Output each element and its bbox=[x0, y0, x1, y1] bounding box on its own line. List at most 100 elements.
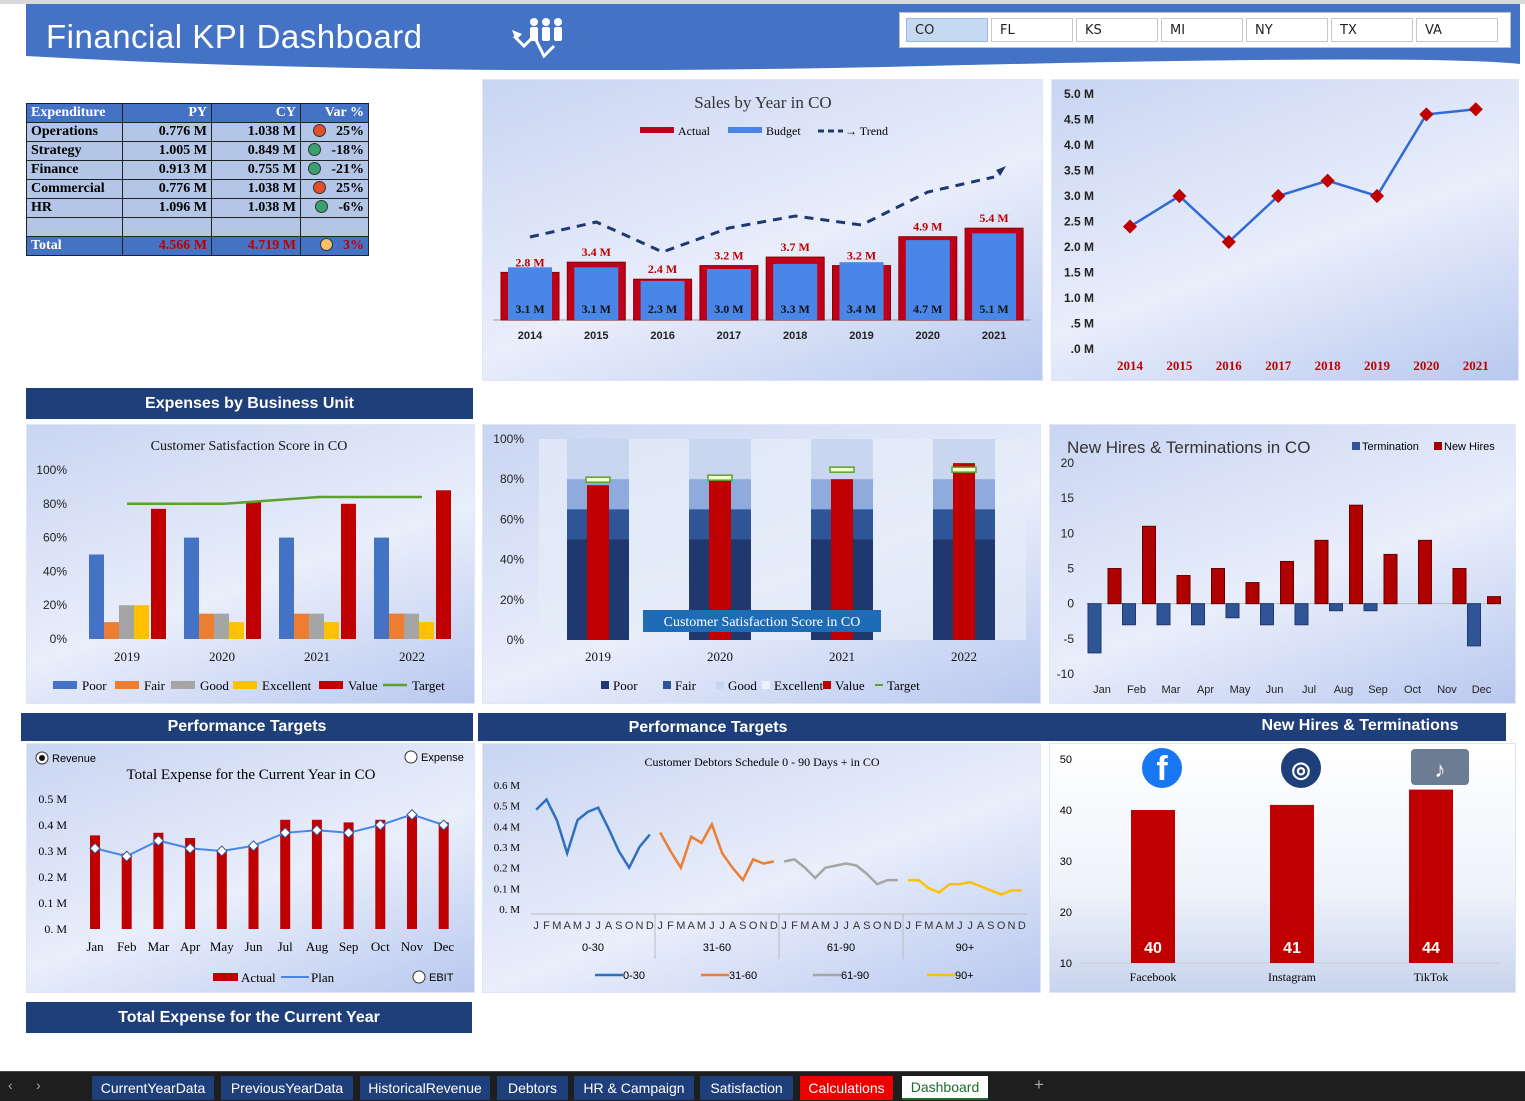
tab-historicalrevenue[interactable]: HistoricalRevenue bbox=[360, 1076, 490, 1100]
value-bar bbox=[246, 502, 261, 639]
actual-bar bbox=[216, 851, 227, 929]
month-tick: J bbox=[719, 920, 725, 932]
tab-calculations[interactable]: Calculations bbox=[800, 1076, 893, 1100]
poor-bar bbox=[184, 537, 199, 639]
section-perf-targets-1: Performance Targets bbox=[21, 713, 473, 741]
month-tick: A bbox=[687, 920, 695, 932]
y-tick-label: 0.6 M bbox=[494, 780, 521, 792]
x-tick-label: Aug bbox=[1334, 684, 1354, 696]
x-tick-label: Sep bbox=[339, 939, 359, 954]
excellent-bar bbox=[324, 622, 339, 639]
x-tick-label: Sep bbox=[1368, 684, 1388, 696]
tab-debtors[interactable]: Debtors bbox=[497, 1076, 568, 1100]
slicer-item-mi[interactable]: MI bbox=[1161, 18, 1243, 42]
section-new-hires: New Hires & Terminations bbox=[1261, 717, 1459, 734]
debtor-line-31-60 bbox=[659, 821, 775, 883]
termination-bar bbox=[1087, 603, 1102, 654]
slicer-item-fl[interactable]: FL bbox=[991, 18, 1073, 42]
data-point bbox=[1369, 188, 1385, 204]
group-label: 0-30 bbox=[582, 942, 604, 954]
x-tick-label: Feb bbox=[1127, 684, 1146, 696]
slicer-item-va[interactable]: VA bbox=[1416, 18, 1498, 42]
y-tick-label: 0% bbox=[50, 632, 68, 646]
cell-name: Finance bbox=[26, 160, 123, 180]
month-tick: F bbox=[915, 920, 922, 932]
x-tick-label: Jul bbox=[278, 939, 294, 954]
slicer-item-co[interactable]: CO bbox=[906, 18, 988, 42]
slicer-item-ks[interactable]: KS bbox=[1076, 18, 1158, 42]
y-tick-label: 0. M bbox=[499, 904, 520, 916]
tab-satisfaction[interactable]: Satisfaction bbox=[700, 1076, 793, 1100]
month-tick: D bbox=[1018, 920, 1026, 932]
poor-bar bbox=[89, 554, 104, 639]
tab-dashboard[interactable]: Dashboard bbox=[902, 1076, 988, 1100]
x-tick-label: 2018 bbox=[1315, 358, 1342, 373]
fair-bar bbox=[199, 613, 214, 639]
cell-cy: 1.038 M bbox=[211, 198, 301, 218]
x-tick-label: Apr bbox=[1197, 684, 1214, 696]
y-tick-label: 100% bbox=[493, 432, 524, 446]
tab-scroll-left-icon[interactable]: ‹ bbox=[8, 1077, 13, 1093]
group-label: 61-90 bbox=[827, 942, 855, 954]
legend-swatch-budget bbox=[728, 127, 762, 133]
status-indicator-icon bbox=[313, 181, 326, 194]
total-expense-chart: Revenue Expense Total Expense for the Curr… bbox=[35, 750, 464, 985]
x-tick-label: 2019 bbox=[114, 649, 140, 664]
x-tick-label: Jan bbox=[86, 939, 104, 954]
legend-label: Good bbox=[728, 678, 757, 693]
x-tick-label: 2021 bbox=[1463, 358, 1489, 373]
header-wave bbox=[26, 56, 1520, 70]
month-tick: D bbox=[894, 920, 902, 932]
x-tick-label: 2020 bbox=[916, 330, 940, 342]
month-tick: J bbox=[957, 920, 963, 932]
month-tick: F bbox=[543, 920, 550, 932]
section-debtors: Customer Debtors Schedule 0 - 90 Days + bbox=[591, 1009, 909, 1026]
tab-previousyeardata[interactable]: PreviousYearData bbox=[221, 1076, 353, 1100]
x-tick-label: May bbox=[210, 939, 234, 954]
y-tick-label: 0.5 M bbox=[494, 801, 521, 813]
budget-data-label: 3.0 M bbox=[714, 302, 743, 316]
empty-cell bbox=[26, 217, 123, 237]
legend-label-hires: New Hires bbox=[1444, 441, 1495, 453]
x-tick-label: Oct bbox=[1404, 684, 1421, 696]
tab-hr-campaign[interactable]: HR & Campaign bbox=[574, 1076, 694, 1100]
table-row: Strategy 1.005 M 0.849 M -18% bbox=[26, 141, 369, 161]
target-line bbox=[127, 495, 422, 506]
tab-scroll-right-icon[interactable]: › bbox=[36, 1077, 41, 1093]
month-tick: J bbox=[657, 920, 663, 932]
sales-trend-panel: 5.0 M 4.5 M 4.0 M 3.5 M 3.0 M 2.5 M 2.0 M 1.5 M… bbox=[1051, 79, 1519, 381]
month-tick: F bbox=[791, 920, 798, 932]
var-value: 3% bbox=[343, 238, 364, 253]
month-tick: A bbox=[853, 920, 861, 932]
radio-ebit-label: EBIT bbox=[429, 972, 454, 984]
col-header-expenditure: Expenditure bbox=[26, 103, 123, 123]
x-tick-label: 2016 bbox=[650, 330, 674, 342]
x-tick-label: 2022 bbox=[399, 649, 425, 664]
section-expenses-trend: Expenses Trend Over Year bbox=[1186, 395, 1388, 412]
slicer-item-ny[interactable]: NY bbox=[1246, 18, 1328, 42]
facebook-icon-glyph: f bbox=[1156, 750, 1168, 788]
y-tick-label: 80% bbox=[43, 497, 67, 511]
y-tick-label: 40 bbox=[1060, 805, 1072, 817]
value-bar bbox=[953, 463, 975, 640]
x-tick-label: Nov bbox=[401, 939, 424, 954]
actual-bar bbox=[248, 845, 259, 929]
y-tick-label: 3.5 M bbox=[1064, 164, 1094, 178]
legend-label-budget: Budget bbox=[766, 124, 801, 138]
state-slicer: CO FL KS MI NY TX VA bbox=[899, 12, 1511, 48]
add-sheet-icon[interactable]: + bbox=[1034, 1075, 1044, 1095]
new-hires-bar bbox=[1142, 525, 1156, 605]
actual-data-label: 3.2 M bbox=[714, 249, 743, 263]
y-tick-label: -10 bbox=[1057, 667, 1075, 681]
tab-currentyeardata[interactable]: CurrentYearData bbox=[92, 1076, 214, 1100]
legend-swatch bbox=[233, 681, 257, 689]
x-tick-label: 2016 bbox=[1216, 358, 1243, 373]
excellent-bar bbox=[419, 622, 434, 639]
data-point bbox=[1320, 173, 1335, 188]
slicer-item-tx[interactable]: TX bbox=[1331, 18, 1413, 42]
y-tick-label: 15 bbox=[1061, 491, 1075, 505]
y-tick-label: 1.0 M bbox=[1064, 291, 1094, 305]
y-tick-label: 3.0 M bbox=[1064, 189, 1094, 203]
month-tick: J bbox=[905, 920, 911, 932]
y-tick-label: 60% bbox=[43, 531, 67, 545]
